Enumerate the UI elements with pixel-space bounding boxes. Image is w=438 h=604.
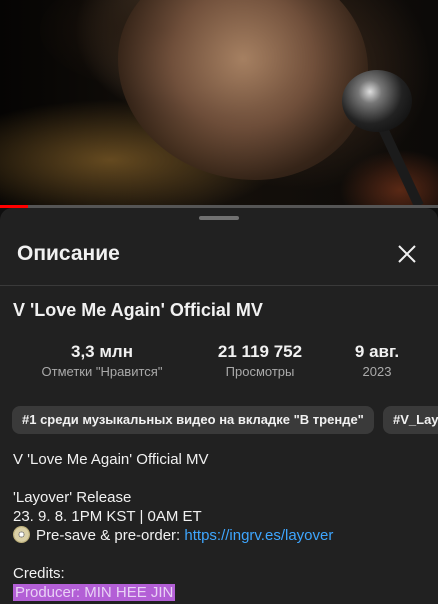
description-line: 'Layover' Release — [13, 489, 132, 506]
views-label: Просмотры — [225, 364, 295, 379]
trending-chip[interactable]: #1 среди музыкальных видео на вкладке "В… — [12, 406, 374, 434]
presave-link[interactable]: https://ingrv.es/layover — [184, 527, 333, 544]
description-line: V 'Love Me Again' Official MV — [13, 451, 209, 468]
date-stat: 9 авг. 2023 — [340, 342, 414, 381]
likes-stat: 3,3 млн Отметки "Нравится" — [32, 342, 172, 381]
views-count: 21 119 752 — [217, 342, 303, 361]
views-stat: 21 119 752 Просмотры — [200, 342, 320, 381]
presave-line: Pre-save & pre-order: https://ingrv.es/l… — [13, 526, 333, 545]
sheet-title: Описание — [17, 242, 120, 265]
hashtag-chip[interactable]: #V_Lay — [383, 406, 438, 434]
close-icon — [398, 245, 416, 263]
credits-label: Credits: — [13, 565, 65, 582]
video-frame-mic-stand — [376, 122, 424, 205]
drag-handle[interactable] — [199, 216, 239, 220]
producer-credit: Producer: MIN HEE JIN — [13, 583, 176, 602]
likes-count: 3,3 млн — [71, 342, 133, 361]
video-title: V 'Love Me Again' Official MV — [13, 300, 263, 320]
description-sheet: Описание V 'Love Me Again' Official MV 3… — [0, 208, 438, 604]
divider — [0, 285, 438, 286]
producer-highlight: Producer: MIN HEE JIN — [13, 584, 176, 601]
cd-icon — [13, 526, 30, 543]
video-frame-face — [118, 0, 368, 180]
close-button[interactable] — [392, 239, 422, 269]
video-player[interactable] — [0, 0, 438, 205]
presave-text: Pre-save & pre-order: — [36, 527, 185, 544]
video-frame-microphone — [342, 70, 412, 132]
publish-date: 9 авг. — [354, 342, 400, 361]
description-line: 23. 9. 8. 1PM KST | 0AM ET — [13, 508, 202, 525]
likes-label: Отметки "Нравится" — [41, 364, 163, 379]
publish-year: 2023 — [362, 364, 392, 379]
